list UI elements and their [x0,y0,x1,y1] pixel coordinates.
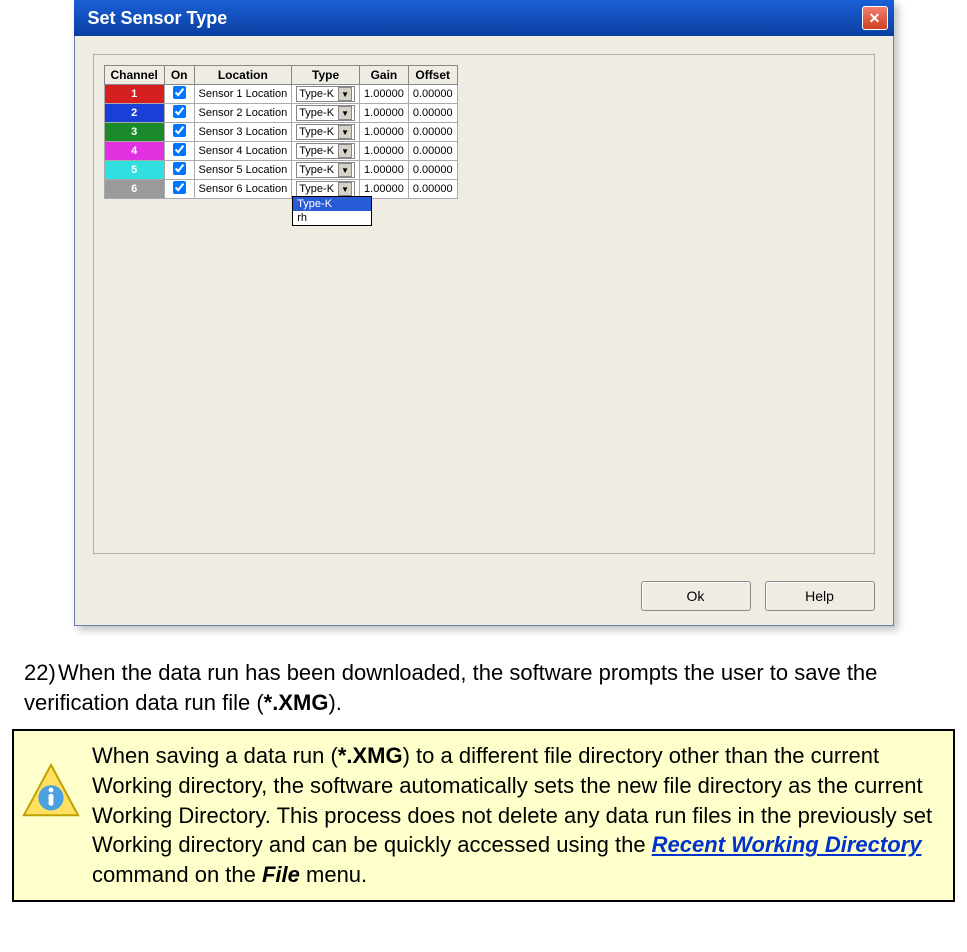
step-body: When the data run has been downloaded, t… [24,660,877,715]
type-select[interactable]: Type-K ▼ [296,162,355,178]
dialog-body: Channel On Location Type Gain Offset 1 S… [74,36,894,626]
type-cell: Type-K ▼ [292,104,360,123]
offset-cell[interactable]: 0.00000 [408,180,457,199]
channel-panel: Channel On Location Type Gain Offset 1 S… [93,54,875,554]
type-value: Type-K [299,164,334,176]
type-cell: Type-K ▼ [292,123,360,142]
table-header-row: Channel On Location Type Gain Offset [104,66,457,85]
type-value: Type-K [299,126,334,138]
sensor-type-dialog: Set Sensor Type ✕ Channel On Location Ty… [74,0,894,626]
on-checkbox[interactable] [173,181,186,194]
type-value: Type-K [299,107,334,119]
dropdown-arrow-icon: ▼ [338,182,352,196]
on-cell [164,142,194,161]
offset-cell[interactable]: 0.00000 [408,85,457,104]
table-row: 1 Sensor 1 Location Type-K ▼ 1.00000 0.0… [104,85,457,104]
col-on: On [164,66,194,85]
on-checkbox[interactable] [173,86,186,99]
on-cell [164,123,194,142]
channel-swatch: 6 [104,180,164,199]
table-row: 2 Sensor 2 Location Type-K ▼ 1.00000 0.0… [104,104,457,123]
close-icon: ✕ [869,10,881,27]
channel-swatch: 5 [104,161,164,180]
type-cell: Type-K ▼ [292,85,360,104]
step-paragraph: 22)When the data run has been downloaded… [0,646,967,723]
type-value: Type-K [299,88,334,100]
type-select[interactable]: Type-K ▼ [296,143,355,159]
table-row: 6 Sensor 6 Location Type-K ▼ Type-K rh [104,180,457,199]
type-cell: Type-K ▼ [292,142,360,161]
on-checkbox[interactable] [173,162,186,175]
location-cell[interactable]: Sensor 2 Location [194,104,292,123]
info-note-box: When saving a data run (*.XMG) to a diff… [12,729,955,901]
location-cell[interactable]: Sensor 4 Location [194,142,292,161]
type-select[interactable]: Type-K ▼ [296,105,355,121]
location-cell[interactable]: Sensor 5 Location [194,161,292,180]
location-cell[interactable]: Sensor 3 Location [194,123,292,142]
dropdown-option-selected[interactable]: Type-K [293,197,371,211]
dialog-button-row: Ok Help [641,581,875,611]
offset-cell[interactable]: 0.00000 [408,123,457,142]
on-checkbox[interactable] [173,143,186,156]
on-checkbox[interactable] [173,124,186,137]
dialog-titlebar: Set Sensor Type ✕ [74,0,894,36]
dropdown-arrow-icon: ▼ [338,106,352,120]
location-cell[interactable]: Sensor 6 Location [194,180,292,199]
type-select[interactable]: Type-K ▼ [296,181,355,197]
info-icon [20,761,82,823]
channel-swatch: 3 [104,123,164,142]
table-row: 5 Sensor 5 Location Type-K ▼ 1.00000 0.0… [104,161,457,180]
on-checkbox[interactable] [173,105,186,118]
dropdown-arrow-icon: ▼ [338,144,352,158]
step-number: 22) [24,658,58,688]
gain-cell[interactable]: 1.00000 [360,161,409,180]
table-row: 4 Sensor 4 Location Type-K ▼ 1.00000 0.0… [104,142,457,161]
gain-cell[interactable]: 1.00000 [360,142,409,161]
on-cell [164,104,194,123]
gain-cell[interactable]: 1.00000 [360,104,409,123]
col-gain: Gain [360,66,409,85]
recent-working-directory-link[interactable]: Recent Working Directory [652,832,922,857]
col-type: Type [292,66,360,85]
on-cell [164,161,194,180]
col-channel: Channel [104,66,164,85]
location-cell[interactable]: Sensor 1 Location [194,85,292,104]
channel-swatch: 4 [104,142,164,161]
col-location: Location [194,66,292,85]
dropdown-arrow-icon: ▼ [338,87,352,101]
offset-cell[interactable]: 0.00000 [408,142,457,161]
on-cell [164,180,194,199]
type-cell: Type-K ▼ [292,161,360,180]
dropdown-arrow-icon: ▼ [338,125,352,139]
channel-swatch: 1 [104,85,164,104]
close-button[interactable]: ✕ [862,6,888,30]
type-select[interactable]: Type-K ▼ [296,86,355,102]
offset-cell[interactable]: 0.00000 [408,104,457,123]
dialog-title: Set Sensor Type [88,8,228,29]
table-row: 3 Sensor 3 Location Type-K ▼ 1.00000 0.0… [104,123,457,142]
gain-cell[interactable]: 1.00000 [360,85,409,104]
type-value: Type-K [299,183,334,195]
help-button[interactable]: Help [765,581,875,611]
note-text: When saving a data run (*.XMG) to a diff… [92,741,941,889]
type-value: Type-K [299,145,334,157]
on-cell [164,85,194,104]
offset-cell[interactable]: 0.00000 [408,161,457,180]
dropdown-option[interactable]: rh [293,211,371,225]
type-cell: Type-K ▼ Type-K rh ↖ [292,180,360,199]
ok-button[interactable]: Ok [641,581,751,611]
channel-table: Channel On Location Type Gain Offset 1 S… [104,65,458,199]
dropdown-arrow-icon: ▼ [338,163,352,177]
channel-swatch: 2 [104,104,164,123]
gain-cell[interactable]: 1.00000 [360,123,409,142]
type-dropdown-list[interactable]: Type-K rh [292,196,372,226]
type-select[interactable]: Type-K ▼ [296,124,355,140]
col-offset: Offset [408,66,457,85]
